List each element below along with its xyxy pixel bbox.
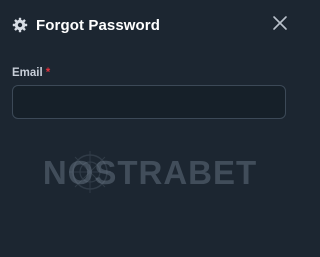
forgot-password-modal: Forgot Password Email * NOSTRABET <box>0 0 300 257</box>
email-label-text: Email <box>12 67 43 79</box>
required-marker: * <box>45 67 51 79</box>
watermark-text: NOSTRABET <box>43 154 257 191</box>
modal-header: Forgot Password <box>12 14 160 36</box>
gear-icon <box>12 17 28 33</box>
email-input[interactable] <box>12 85 286 119</box>
nostrabet-watermark-logo: NOSTRABET <box>43 151 257 193</box>
email-label: Email * <box>12 67 50 79</box>
modal-title: Forgot Password <box>36 16 161 34</box>
close-icon[interactable] <box>272 15 288 31</box>
